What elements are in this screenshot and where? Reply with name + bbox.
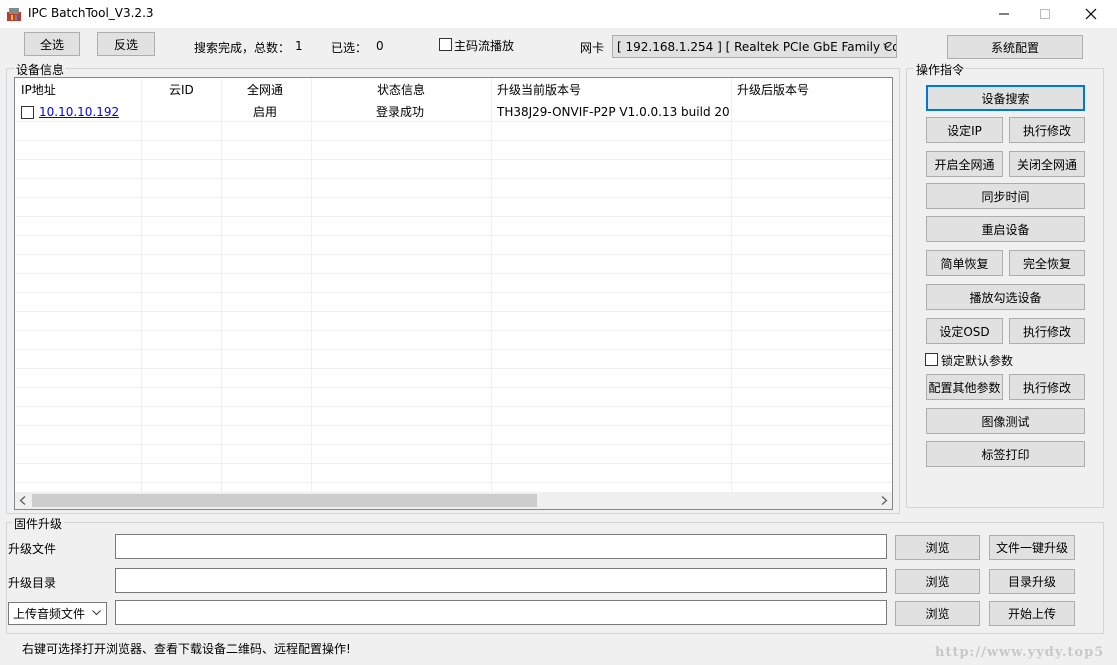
main-stream-checkbox[interactable] bbox=[439, 38, 452, 51]
all-net-cell: 启用 bbox=[253, 105, 278, 119]
reboot-button[interactable]: 重启设备 bbox=[926, 216, 1085, 242]
row-divider bbox=[15, 216, 892, 217]
row-divider bbox=[15, 254, 892, 255]
nic-label: 网卡 bbox=[580, 41, 605, 55]
column-header-status[interactable]: 状态信息 bbox=[311, 78, 491, 102]
row-divider bbox=[15, 273, 892, 274]
row-divider bbox=[15, 159, 892, 160]
horizontal-scrollbar[interactable] bbox=[15, 492, 892, 509]
row-divider bbox=[15, 482, 892, 483]
row-divider bbox=[15, 330, 892, 331]
minimize-icon bbox=[999, 13, 1009, 15]
upgrade-file-label: 升级文件 bbox=[8, 542, 57, 556]
chevron-down-icon bbox=[92, 610, 101, 616]
row-divider bbox=[15, 463, 892, 464]
row-divider bbox=[15, 349, 892, 350]
disable-allnet-button[interactable]: 关闭全网通 bbox=[1009, 151, 1085, 177]
nic-select-value: [ 192.168.1.254 ] [ Realtek PCIe GbE Fam… bbox=[617, 39, 897, 54]
row-divider bbox=[15, 311, 892, 312]
close-icon bbox=[1085, 8, 1097, 20]
audio-file-input[interactable] bbox=[115, 600, 887, 625]
apply-other-button[interactable]: 执行修改 bbox=[1009, 374, 1085, 400]
row-divider bbox=[15, 444, 892, 445]
device-info-legend: 设备信息 bbox=[14, 61, 67, 78]
device-ip-link[interactable]: 10.10.10.192 bbox=[39, 103, 119, 121]
selected-label: 已选： bbox=[331, 41, 368, 55]
title-bar: IPC BatchTool_V3.2.3 bbox=[0, 0, 1117, 28]
one-click-upgrade-button[interactable]: 文件一键升级 bbox=[989, 535, 1075, 560]
upgrade-dir-input[interactable] bbox=[115, 568, 887, 593]
device-search-button[interactable]: 设备搜索 bbox=[926, 85, 1085, 111]
column-header-all-net[interactable]: 全网通 bbox=[221, 78, 311, 102]
row-divider bbox=[15, 387, 892, 388]
sync-time-button[interactable]: 同步时间 bbox=[926, 183, 1085, 209]
total-count: 1 bbox=[295, 39, 303, 53]
full-restore-button[interactable]: 完全恢复 bbox=[1009, 250, 1085, 276]
browse-file-button[interactable]: 浏览 bbox=[895, 535, 980, 560]
set-ip-button[interactable]: 设定IP bbox=[926, 117, 1003, 143]
lock-default-label: 锁定默认参数 bbox=[941, 354, 1014, 368]
system-config-button[interactable]: 系统配置 bbox=[947, 35, 1083, 59]
scrollbar-thumb[interactable] bbox=[32, 494, 537, 507]
select-all-button[interactable]: 全选 bbox=[24, 32, 80, 56]
play-selected-button[interactable]: 播放勾选设备 bbox=[926, 284, 1085, 310]
app-icon bbox=[7, 8, 21, 21]
row-divider bbox=[15, 178, 892, 179]
image-test-button[interactable]: 图像测试 bbox=[926, 408, 1085, 434]
apply-osd-button[interactable]: 执行修改 bbox=[1009, 318, 1085, 344]
close-button[interactable] bbox=[1068, 0, 1114, 28]
minimize-button[interactable] bbox=[981, 0, 1027, 28]
start-upload-button[interactable]: 开始上传 bbox=[989, 601, 1075, 626]
row-divider bbox=[15, 121, 892, 122]
main-stream-label: 主码流播放 bbox=[454, 39, 515, 53]
row-divider bbox=[15, 140, 892, 141]
lock-default-checkbox[interactable] bbox=[925, 353, 938, 366]
browse-audio-button[interactable]: 浏览 bbox=[895, 601, 980, 626]
apply-ip-button[interactable]: 执行修改 bbox=[1009, 117, 1085, 143]
label-print-button[interactable]: 标签打印 bbox=[926, 441, 1085, 467]
chevron-down-icon bbox=[883, 43, 892, 49]
watermark-text: http://www.yydy.top5 bbox=[935, 645, 1105, 660]
invert-select-button[interactable]: 反选 bbox=[97, 32, 155, 56]
cloud-id-cell bbox=[145, 103, 217, 121]
scroll-left-icon bbox=[19, 496, 26, 505]
column-header-new-version[interactable]: 升级后版本号 bbox=[731, 78, 892, 102]
operations-legend: 操作指令 bbox=[914, 61, 967, 78]
firmware-legend: 固件升级 bbox=[12, 515, 65, 532]
config-other-button[interactable]: 配置其他参数 bbox=[926, 374, 1003, 400]
column-header-current-version[interactable]: 升级当前版本号 bbox=[491, 78, 731, 102]
audio-file-select[interactable]: 上传音频文件 bbox=[8, 602, 107, 625]
maximize-button[interactable] bbox=[1022, 0, 1068, 28]
status-hint: 右键可选择打开浏览器、查看下载设备二维码、远程配置操作! bbox=[22, 642, 351, 656]
device-list[interactable]: IP地址 云ID 全网通 状态信息 升级当前版本号 升级后版本号 10.10.1… bbox=[14, 77, 893, 510]
scroll-right-icon bbox=[881, 496, 888, 505]
column-header-ip[interactable]: IP地址 bbox=[15, 78, 141, 102]
row-divider bbox=[15, 235, 892, 236]
maximize-icon bbox=[1040, 9, 1050, 19]
nic-select[interactable]: [ 192.168.1.254 ] [ Realtek PCIe GbE Fam… bbox=[612, 35, 897, 58]
status-cell: 登录成功 bbox=[376, 105, 425, 119]
table-row[interactable]: 10.10.10.192 启用 登录成功 TH38J29-ONVIF-P2P V… bbox=[15, 103, 892, 121]
row-checkbox[interactable] bbox=[21, 106, 34, 119]
selected-count: 0 bbox=[376, 39, 384, 53]
set-osd-button[interactable]: 设定OSD bbox=[926, 318, 1003, 344]
window-title: IPC BatchTool_V3.2.3 bbox=[28, 6, 154, 20]
audio-select-value: 上传音频文件 bbox=[13, 607, 86, 621]
upgrade-file-input[interactable] bbox=[115, 534, 887, 559]
row-divider bbox=[15, 425, 892, 426]
current-version-cell: TH38J29-ONVIF-P2P V1.0.0.13 build 20... bbox=[497, 105, 729, 119]
new-version-cell bbox=[737, 103, 887, 121]
simple-restore-button[interactable]: 简单恢复 bbox=[926, 250, 1003, 276]
dir-upgrade-button[interactable]: 目录升级 bbox=[989, 569, 1075, 594]
row-divider bbox=[15, 368, 892, 369]
row-divider bbox=[15, 406, 892, 407]
search-status-label: 搜索完成，总数： bbox=[194, 41, 291, 55]
browse-dir-button[interactable]: 浏览 bbox=[895, 569, 980, 594]
row-divider bbox=[15, 292, 892, 293]
upgrade-dir-label: 升级目录 bbox=[8, 576, 57, 590]
row-divider bbox=[15, 197, 892, 198]
enable-allnet-button[interactable]: 开启全网通 bbox=[926, 151, 1003, 177]
column-header-cloud-id[interactable]: 云ID bbox=[141, 78, 221, 102]
